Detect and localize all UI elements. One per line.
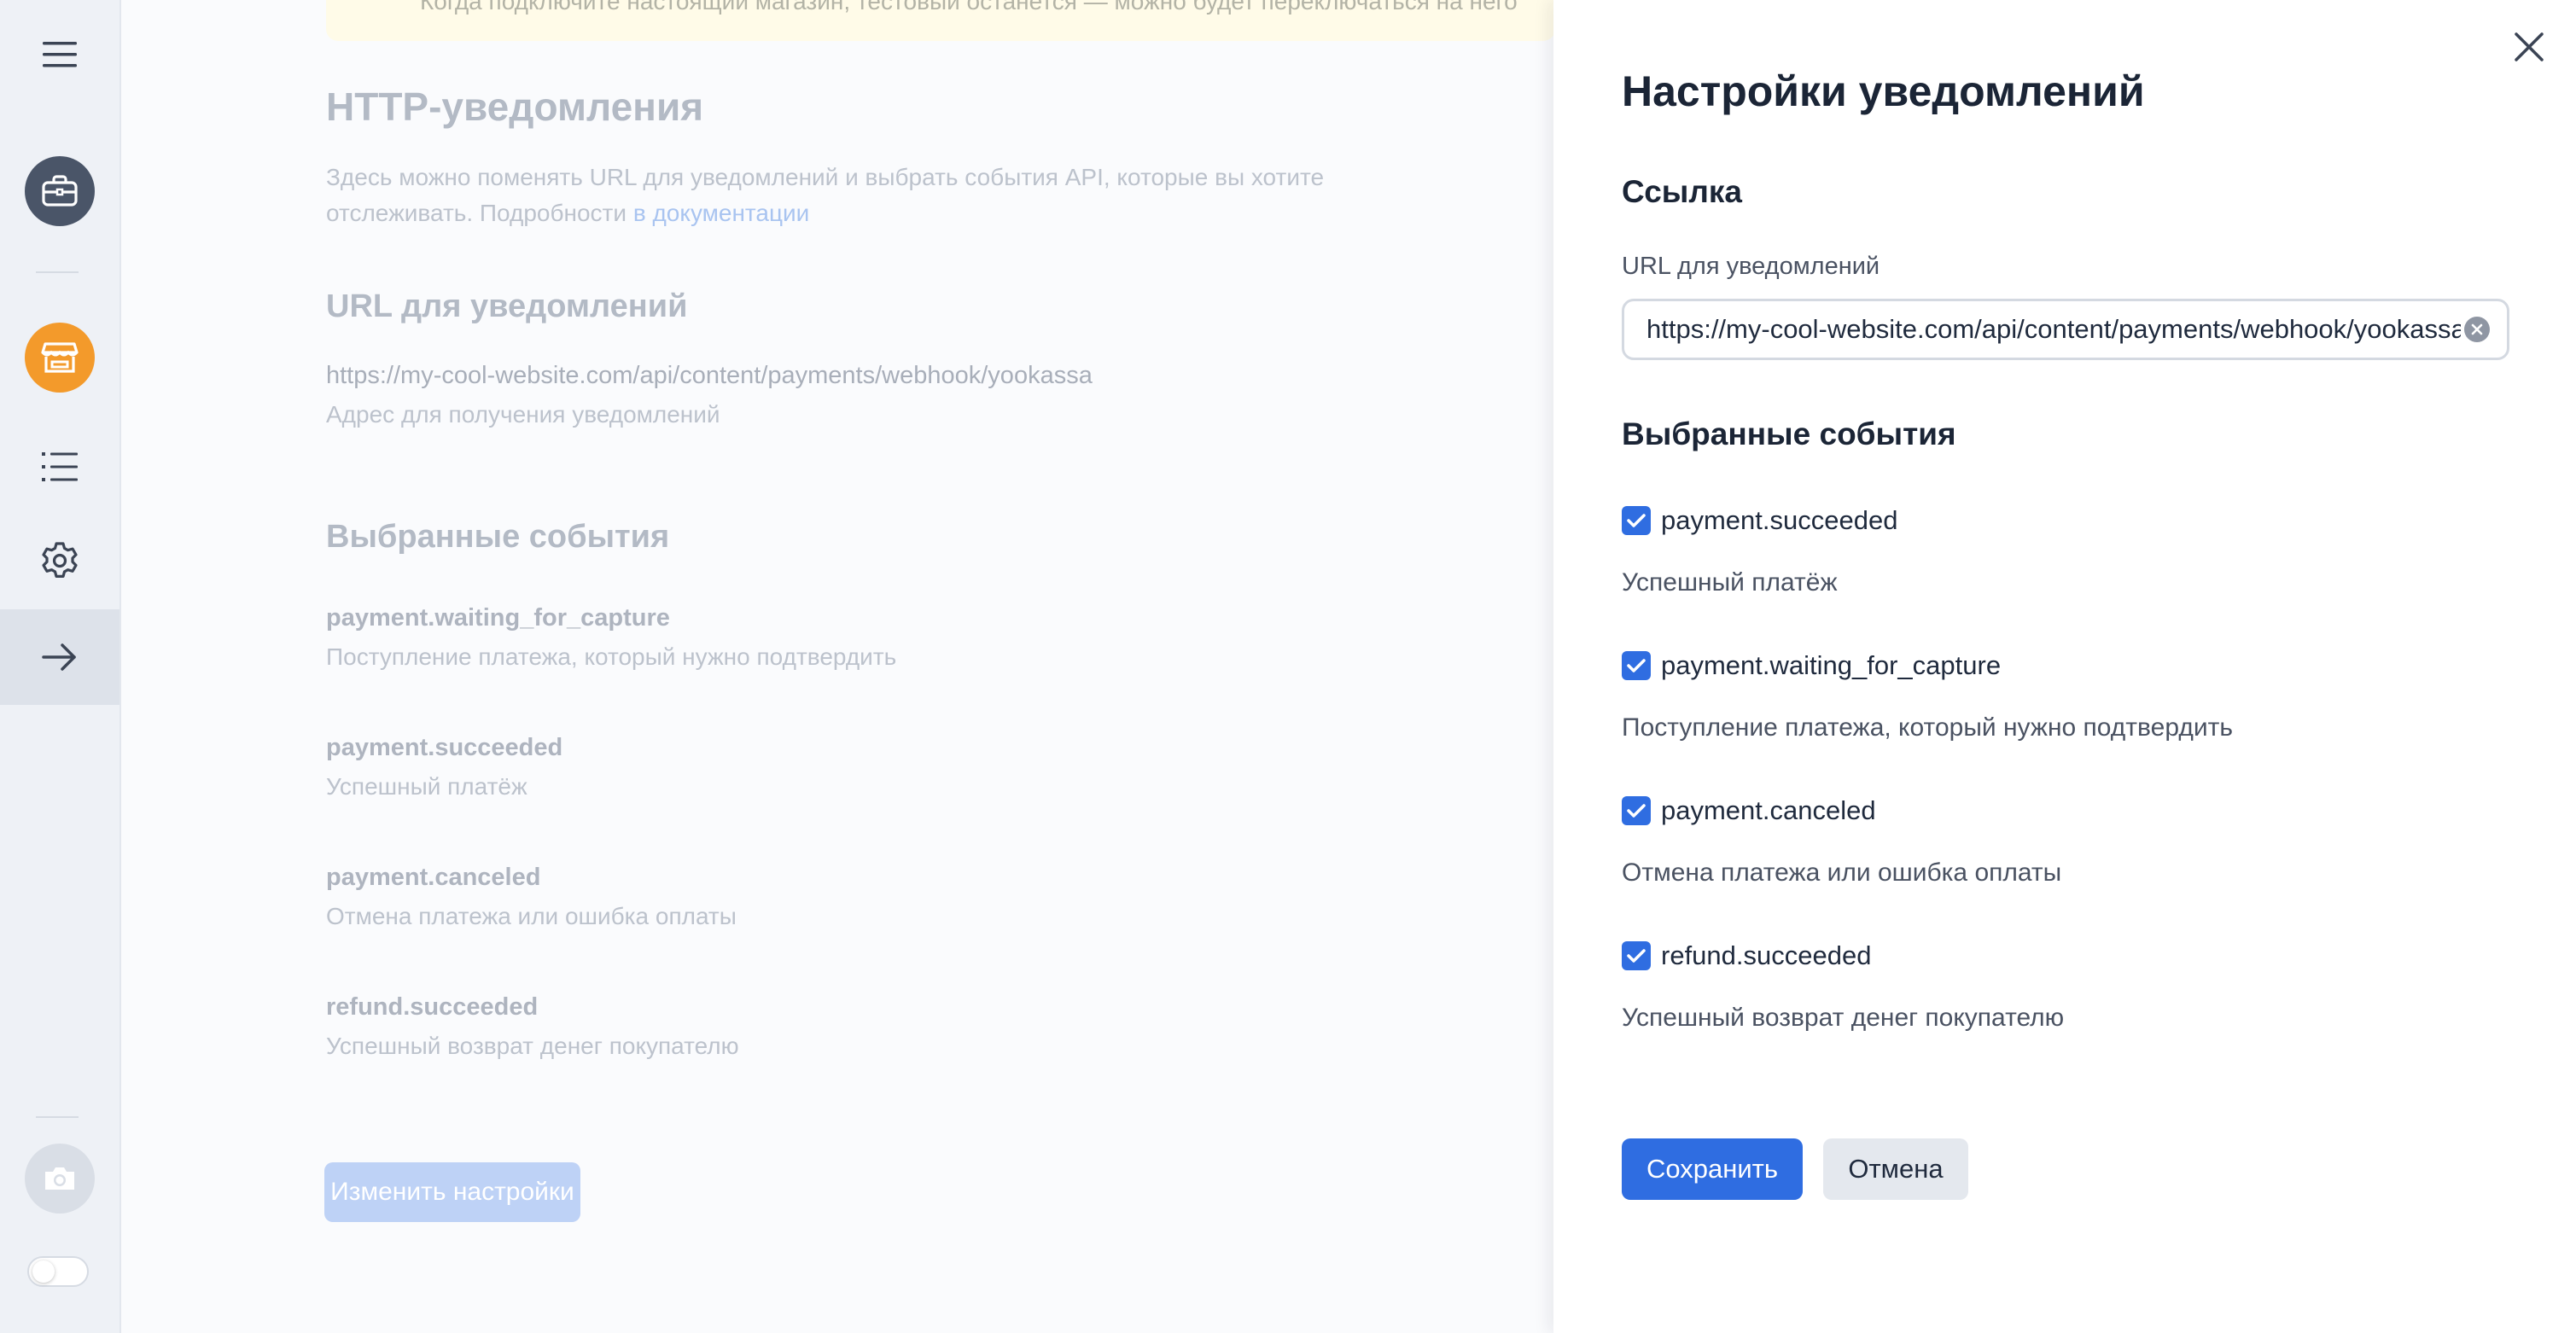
event-checkbox-row[interactable]: payment.succeeded	[1622, 505, 1897, 536]
edit-settings-button[interactable]: Изменить настройки	[324, 1162, 580, 1222]
event-description: Отмена платежа или ошибка оплаты	[1622, 859, 2062, 887]
info-banner: Когда подключите настоящий магазин, тест…	[326, 0, 1555, 41]
store-icon	[41, 342, 79, 373]
bg-event-desc: Поступление платежа, который нужно подтв…	[326, 643, 897, 670]
event-name: refund.succeeded	[1661, 940, 1872, 970]
checkbox-checked[interactable]	[1622, 506, 1651, 535]
camera-button[interactable]	[0, 1144, 119, 1214]
notification-settings-drawer: Настройки уведомлений Ссылка URL для уве…	[1553, 0, 2576, 1333]
event-description: Успешный платёж	[1622, 568, 1838, 597]
bg-event-name: refund.succeeded	[326, 993, 539, 1021]
bg-event-name: payment.succeeded	[326, 734, 563, 761]
sidebar-item-business[interactable]	[0, 156, 119, 226]
banner-text: Когда подключите настоящий магазин, тест…	[420, 0, 1518, 15]
event-name: payment.succeeded	[1661, 505, 1898, 535]
checkbox-checked[interactable]	[1622, 651, 1651, 680]
bg-event-desc: Отмена платежа или ошибка оплаты	[326, 903, 737, 929]
url-value: https://my-cool-website.com/api/content/…	[326, 362, 1093, 389]
sidebar-item-list[interactable]	[0, 437, 119, 497]
check-icon	[1627, 804, 1646, 818]
close-button[interactable]	[2511, 29, 2547, 65]
store-avatar	[25, 323, 95, 393]
close-icon	[2515, 32, 2544, 61]
menu-icon	[43, 42, 77, 67]
event-checkbox-row[interactable]: refund.succeeded	[1622, 940, 1871, 971]
url-field	[1622, 299, 2509, 360]
sidebar-divider	[36, 271, 79, 273]
check-icon	[1627, 949, 1646, 963]
menu-button[interactable]	[0, 24, 119, 85]
url-hint: Адрес для получения уведомлений	[326, 401, 720, 428]
events-section-title: Выбранные события	[326, 519, 670, 555]
sidebar	[0, 0, 121, 1333]
page-description-line2: отслеживать. Подробности в документации	[326, 200, 809, 227]
list-icon	[42, 452, 78, 481]
event-description: Успешный возврат денег покупателю	[1622, 1004, 2065, 1032]
checkbox-checked[interactable]	[1622, 796, 1651, 825]
event-checkbox-row[interactable]: payment.waiting_for_capture	[1622, 650, 2001, 681]
url-input[interactable]	[1624, 301, 2461, 358]
camera-icon	[45, 1167, 74, 1190]
page-description-line1: Здесь можно поменять URL для уведомлений…	[326, 164, 1325, 190]
briefcase-avatar	[25, 156, 95, 226]
bg-event-desc: Успешный платёж	[326, 773, 527, 800]
url-field-label: URL для уведомлений	[1622, 253, 1880, 280]
theme-toggle[interactable]	[27, 1256, 89, 1287]
cancel-button[interactable]: Отмена	[1823, 1138, 1968, 1200]
save-button[interactable]: Сохранить	[1622, 1138, 1803, 1200]
event-description: Поступление платежа, который нужно подтв…	[1622, 713, 2233, 742]
event-checkbox-row[interactable]: payment.canceled	[1622, 795, 1876, 826]
sidebar-item-integrations[interactable]	[0, 609, 119, 705]
clear-url-button[interactable]	[2464, 317, 2490, 342]
page-title: HTTP-уведомления	[326, 84, 704, 129]
clear-icon	[2471, 323, 2483, 335]
description-text: отслеживать. Подробности	[326, 200, 627, 226]
gear-icon	[42, 542, 78, 578]
sidebar-divider-bottom	[36, 1116, 79, 1118]
checkbox-checked[interactable]	[1622, 941, 1651, 970]
bg-event-name: payment.canceled	[326, 864, 541, 891]
event-name: payment.canceled	[1661, 795, 1876, 825]
briefcase-icon	[42, 175, 78, 207]
bg-event-name: payment.waiting_for_capture	[326, 604, 670, 632]
bg-event-desc: Успешный возврат денег покупателю	[326, 1033, 739, 1059]
events-section-title: Выбранные события	[1622, 416, 1956, 451]
documentation-link[interactable]: в документации	[633, 200, 810, 226]
event-name: payment.waiting_for_capture	[1661, 650, 2002, 680]
check-icon	[1627, 514, 1646, 527]
url-section-title: URL для уведомлений	[326, 288, 688, 324]
http-notifications-page: Когда подключите настоящий магазин, тест…	[121, 0, 1555, 1333]
link-section-title: Ссылка	[1622, 174, 1743, 209]
toggle-knob	[32, 1260, 55, 1283]
arrow-right-icon	[42, 643, 76, 671]
sidebar-item-settings[interactable]	[0, 531, 119, 591]
camera-avatar	[25, 1144, 95, 1214]
drawer-title: Настройки уведомлений	[1622, 67, 2145, 115]
sidebar-item-store[interactable]	[0, 323, 119, 393]
check-icon	[1627, 659, 1646, 672]
